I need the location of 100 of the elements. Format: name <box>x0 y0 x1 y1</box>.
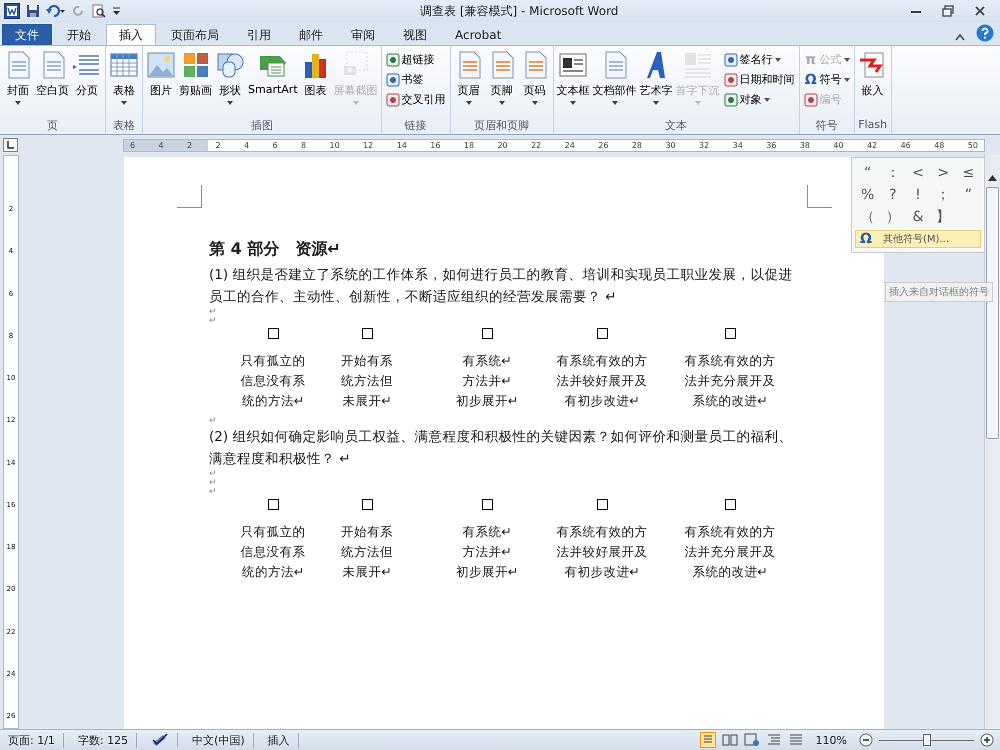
group-label: 表格 <box>112 118 136 134</box>
option-label: 有系统↵ 方法并↵ 初步展开↵ <box>456 523 518 581</box>
checkbox[interactable] <box>596 499 608 510</box>
zoom-level[interactable]: 110% <box>816 734 847 746</box>
scroll-up-icon[interactable] <box>988 175 997 181</box>
symbol-button[interactable]: ） <box>880 206 906 228</box>
ribbon-button[interactable]: 文档部件 <box>592 50 638 114</box>
drop-cap-icon <box>682 50 713 80</box>
symbol-button[interactable]: & <box>905 206 931 228</box>
undo-icon[interactable] <box>46 4 66 18</box>
ribbon-button[interactable]: Ω 符号 <box>802 70 852 89</box>
ribbon-tab[interactable]: 页面布局 <box>158 24 232 45</box>
language-indicator[interactable]: 中文(中国) <box>184 732 254 748</box>
reading-view-icon[interactable] <box>722 733 738 747</box>
outline-view-icon[interactable] <box>766 733 782 747</box>
ribbon-button[interactable]: 对象 <box>722 90 797 109</box>
paragraph-mark: ↵ <box>209 317 218 326</box>
symbol-button[interactable]: “ <box>855 162 880 184</box>
help-icon[interactable] <box>976 24 994 42</box>
ribbon-button[interactable]: 页码 <box>518 50 551 114</box>
proofing-check-icon[interactable] <box>151 733 170 747</box>
ribbon-button[interactable]: 日期和时间 <box>722 70 797 89</box>
checkbox[interactable] <box>596 328 608 339</box>
symbol-button[interactable]: ? <box>880 184 906 206</box>
symbol-button[interactable]: ≤ <box>956 162 981 184</box>
symbol-button[interactable]: ； <box>930 184 956 206</box>
restore-icon[interactable] <box>942 5 954 17</box>
symbol-button[interactable]: 】 <box>930 206 956 228</box>
ribbon-button[interactable]: 艺术字 <box>638 50 674 114</box>
ribbon-tab[interactable]: 插入 <box>106 24 156 45</box>
question-text: (2) 组织如何确定影响员工权益、满意程度和积极性的关键因素？如何评价和测量员工的福利、满意程度和积极性？ ↵ <box>209 428 794 469</box>
save-icon[interactable] <box>26 4 40 18</box>
checkbox[interactable] <box>362 499 372 510</box>
page-count[interactable]: 页面: 1/1 <box>0 732 64 748</box>
word-count[interactable]: 字数: 125 <box>70 732 138 748</box>
ribbon-button[interactable]: 封面 <box>2 50 34 114</box>
ribbon-tab[interactable]: 审阅 <box>338 24 388 45</box>
ribbon-button[interactable]: 页脚 <box>486 50 518 114</box>
customize-caret-icon[interactable] <box>112 5 121 17</box>
group-label: 插图 <box>250 118 274 134</box>
symbol-button[interactable]: > <box>930 162 956 184</box>
print-layout-view-icon[interactable] <box>700 732 716 748</box>
ribbon-button[interactable]: 超链接 <box>384 50 448 69</box>
symbol-button[interactable]: < <box>905 162 931 184</box>
checkbox[interactable] <box>482 499 492 510</box>
zoom-out-icon[interactable] <box>859 733 873 747</box>
insert-mode-indicator[interactable]: 插入 <box>260 732 299 748</box>
print-preview-icon[interactable] <box>92 4 106 18</box>
symbol-button[interactable]: % <box>855 184 880 206</box>
tab-selector-icon[interactable] <box>3 138 18 152</box>
symbol-button[interactable]: ! <box>905 184 931 206</box>
ribbon-button[interactable]: 页眉 <box>452 50 485 114</box>
small-command-icon <box>386 92 400 106</box>
group-label: 页眉和页脚 <box>473 118 530 134</box>
more-symbols-menu-item[interactable]: Ω 其他符号(M)... <box>855 230 981 248</box>
group-label: Flash <box>857 118 888 133</box>
ribbon-tab[interactable]: 开始 <box>54 24 104 45</box>
paragraph-mark: ↵ <box>209 308 218 317</box>
ribbon-button[interactable]: SmartArt <box>247 50 299 114</box>
ribbon-button[interactable]: 分页 <box>71 50 103 114</box>
checkbox[interactable] <box>268 328 278 339</box>
ribbon-button[interactable]: 文本框 <box>556 50 591 114</box>
ribbon-button[interactable]: 交叉引用 <box>384 90 448 109</box>
ribbon-button[interactable]: 书签 <box>384 70 448 89</box>
paragraph-mark: ↵ <box>209 488 218 497</box>
zoom-in-icon[interactable] <box>980 733 994 747</box>
ribbon-button[interactable]: 嵌入 <box>856 50 889 114</box>
zoom-slider-thumb[interactable] <box>922 734 930 746</box>
ribbon-tab[interactable]: 视图 <box>390 24 440 45</box>
zoom-slider[interactable] <box>879 733 974 747</box>
checkbox[interactable] <box>724 499 736 510</box>
small-command-icon <box>724 72 738 86</box>
option-label: 有系统有效的方 法并充分展开及 系统的改进↵ <box>684 352 776 410</box>
word-logo-icon[interactable] <box>4 3 20 19</box>
ribbon-button[interactable]: 图表 <box>300 50 332 114</box>
file-tab[interactable]: 文件 <box>2 24 52 45</box>
symbol-button[interactable]: （ <box>855 206 880 228</box>
ribbon-tab[interactable]: 邮件 <box>286 24 336 45</box>
ribbon-button[interactable]: 图片 <box>145 50 177 114</box>
option-label: 有系统有效的方 法并较好展开及 有初步改进↵ <box>556 523 648 581</box>
web-layout-view-icon[interactable] <box>744 733 760 747</box>
option-label: 有系统有效的方 法并充分展开及 系统的改进↵ <box>684 523 776 581</box>
collapse-ribbon-icon[interactable] <box>954 32 966 42</box>
ribbon-button[interactable]: 签名行 <box>722 50 797 69</box>
ribbon-tab[interactable]: Acrobat <box>442 24 514 45</box>
symbol-button[interactable]: ” <box>956 184 981 206</box>
draft-view-icon[interactable] <box>788 733 804 747</box>
checkbox[interactable] <box>362 328 372 339</box>
ribbon-button[interactable]: 形状 <box>214 50 246 114</box>
close-icon[interactable] <box>974 5 986 17</box>
ribbon-button[interactable]: 表格 <box>108 50 140 114</box>
symbol-button[interactable]: ： <box>880 162 906 184</box>
small-command-icon <box>386 52 400 66</box>
checkbox[interactable] <box>482 328 492 339</box>
ribbon-button[interactable]: 空白页 <box>35 50 70 114</box>
ribbon-tab[interactable]: 引用 <box>234 24 284 45</box>
checkbox[interactable] <box>724 328 736 339</box>
checkbox[interactable] <box>268 499 278 510</box>
option-label: 只有孤立的 信息没有系 统的方法↵ <box>240 523 306 581</box>
ribbon-button[interactable]: 剪贴画 <box>178 50 213 114</box>
